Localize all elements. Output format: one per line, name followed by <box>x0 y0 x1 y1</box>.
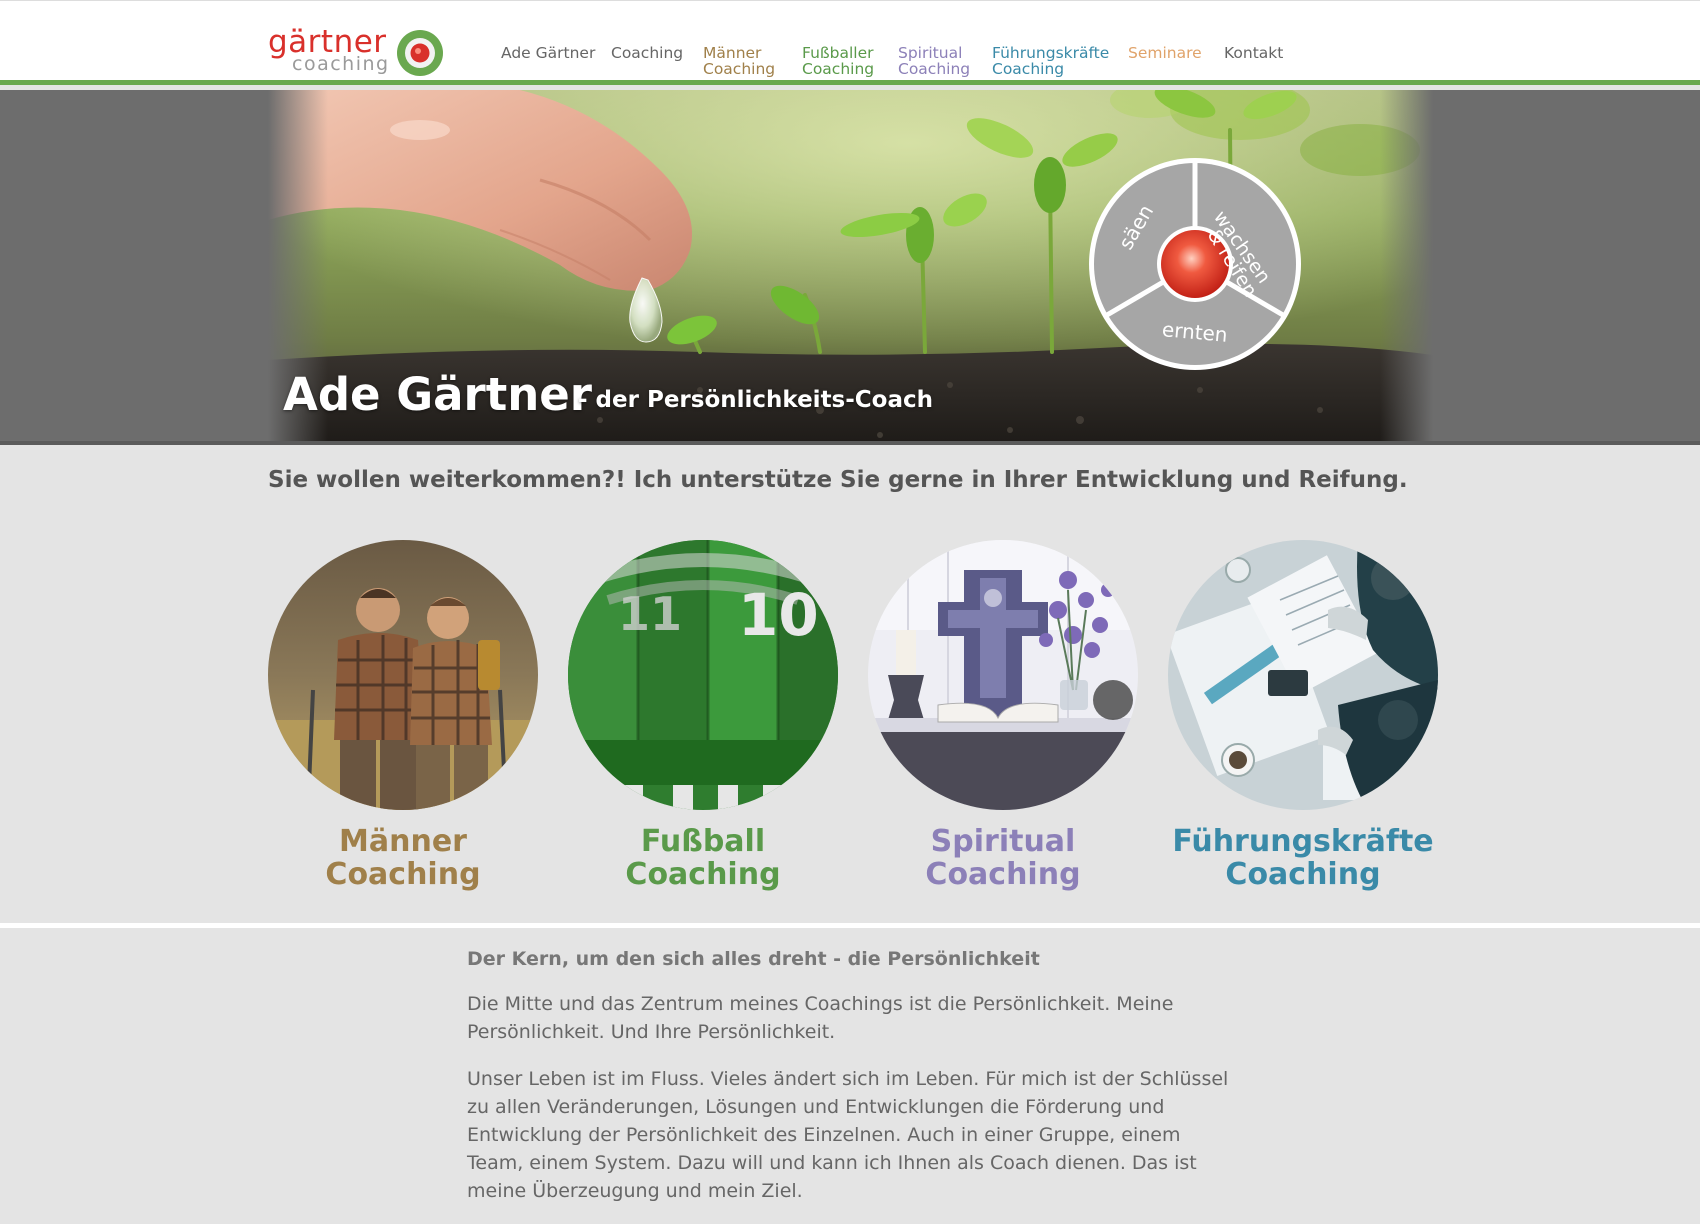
content-paragraph-2: Unser Leben ist im Fluss. Vieles ändert … <box>467 1068 1229 1202</box>
nav-item-line2: Coaching <box>703 60 776 78</box>
nav-item-line1: Fußballer <box>802 44 874 62</box>
content-heading: Der Kern, um den sich alles dreht - die … <box>467 948 1040 970</box>
svg-text:11: 11 <box>618 587 682 641</box>
nav-item-seminare[interactable]: Seminare <box>1128 45 1202 61</box>
svg-text:10: 10 <box>738 581 819 649</box>
football-team-huddle-photo: 10 11 <box>568 540 838 810</box>
nav-item-line2: Coaching <box>611 44 684 62</box>
nav-item-line2: Coaching <box>898 60 971 78</box>
nav-item-ade-gaertner[interactable]: Ade Gärtner <box>501 45 595 61</box>
card-label-line1: Spiritual <box>930 824 1076 859</box>
nav-item-line1: Spiritual <box>898 44 963 62</box>
card-spiritual-coaching[interactable]: Spiritual Coaching <box>845 540 1145 910</box>
content-paragraph-1: Die Mitte und das Zentrum meines Coachin… <box>467 993 1174 1043</box>
card-fuehrungskraefte-coaching[interactable]: Führungskräfte Coaching <box>1145 540 1445 910</box>
nav-item-spiritual-coaching[interactable]: Spiritual Coaching <box>898 45 970 77</box>
section-divider <box>0 923 1700 928</box>
hero-subtitle: - der Persönlichkeits-Coach <box>578 387 934 413</box>
coaching-cards: Männer Coaching 10 11 Fußball Coaching S… <box>0 540 1700 920</box>
card-label: Männer Coaching <box>245 825 561 891</box>
card-label: Führungskräfte Coaching <box>1145 825 1461 891</box>
two-hikers-photo <box>268 540 538 810</box>
card-label-line1: Männer <box>339 824 467 859</box>
nav-item-kontakt[interactable]: Kontakt <box>1224 45 1283 61</box>
card-label-line2: Coaching <box>625 857 781 892</box>
card-label: Spiritual Coaching <box>845 825 1161 891</box>
site-header: gärtner coaching Ade Gärtner Coaching Mä… <box>0 0 1700 85</box>
card-maenner-coaching[interactable]: Männer Coaching <box>245 540 545 910</box>
nav-item-line1: Männer <box>703 44 762 62</box>
nav-item-fuehrungskraefte-coaching[interactable]: Führungskräfte Coaching <box>992 45 1109 77</box>
card-fussball-coaching[interactable]: 10 11 Fußball Coaching <box>545 540 845 910</box>
altar-crucifix-photo <box>868 540 1138 810</box>
content-section: Der Kern, um den sich alles dreht - die … <box>467 948 1237 1224</box>
nav-item-maenner-coaching[interactable]: Männer Coaching <box>703 45 775 77</box>
main-navigation: Ade Gärtner Coaching Männer Coaching Fuß… <box>0 1 1700 81</box>
card-label-line2: Coaching <box>925 857 1081 892</box>
nav-item-line2: Kontakt <box>1224 44 1284 62</box>
nav-item-line2: Seminare <box>1128 44 1202 62</box>
intro-heading: Sie wollen weiterkommen?! Ich unterstütz… <box>268 467 1408 493</box>
card-label-line2: Coaching <box>1225 857 1381 892</box>
hero-title: Ade Gärtner <box>283 368 592 421</box>
nav-item-line2: Coaching <box>802 60 875 78</box>
nav-item-fussballer-coaching[interactable]: Fußballer Coaching <box>802 45 874 77</box>
nav-item-line2: Ade Gärtner <box>501 44 596 62</box>
nav-item-coaching[interactable]: Coaching <box>611 45 683 61</box>
nav-item-line2: Coaching <box>992 60 1065 78</box>
card-label-line1: Fußball <box>640 824 766 859</box>
nav-item-line1: Führungskräfte <box>992 44 1110 62</box>
card-label: Fußball Coaching <box>545 825 861 891</box>
hero-banner: säen wachsen & reifen ernten Ade Gärtner… <box>0 90 1700 445</box>
card-label-line1: Führungskräfte <box>1172 824 1434 859</box>
business-meeting-photo <box>1168 540 1438 810</box>
card-label-line2: Coaching <box>325 857 481 892</box>
